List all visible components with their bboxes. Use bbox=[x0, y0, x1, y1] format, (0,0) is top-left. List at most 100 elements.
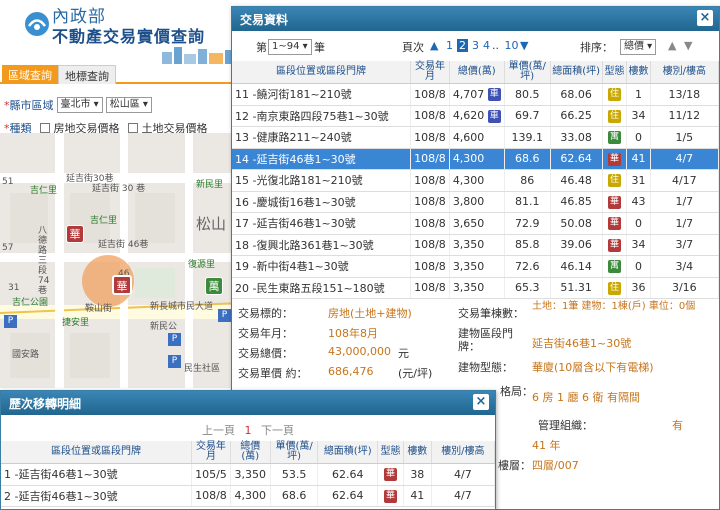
table-row[interactable]: 18 -復興北路361巷1~30號 108/8 3,350 85.8 39.06 華 34 3… bbox=[232, 234, 720, 256]
city-select[interactable]: 臺北市 ▾ bbox=[56, 97, 103, 113]
skyline-decoration-icon bbox=[162, 47, 235, 64]
row-address: 民生東路五段151~180號 bbox=[256, 281, 385, 295]
row-unit-price: 139.1 bbox=[511, 130, 543, 144]
table-row[interactable]: 2 -延吉街46巷1~30號 108/8 4,300 68.6 62.64 華 41 4/7 bbox=[1, 485, 496, 507]
map-label: 新民里 bbox=[196, 180, 224, 190]
rooms-label: 格局： bbox=[500, 385, 533, 398]
col-header[interactable]: 總面積(坪) bbox=[550, 61, 603, 84]
map-pin-icon[interactable]: 華 bbox=[66, 225, 84, 243]
map-pin-selected-icon[interactable]: 華 bbox=[112, 275, 132, 295]
col-header: 樓別/樓高 bbox=[431, 441, 496, 464]
col-header[interactable]: 區段位置或區段門牌 bbox=[232, 61, 412, 84]
building-addr-value: 延吉街46巷1~30號 bbox=[532, 337, 632, 350]
row-floors: 0 bbox=[634, 216, 642, 230]
col-header: 區段位置或區段門牌 bbox=[1, 441, 193, 464]
row-unit-price: 68.6 bbox=[281, 489, 307, 503]
prev-page-link[interactable]: 上一頁 bbox=[202, 424, 235, 437]
sort-select[interactable]: 總價 ▾ bbox=[620, 39, 657, 55]
table-row[interactable]: 15 -光復北路181~210號 108/8 4,300 86 46.48 住 31 4/17 bbox=[232, 169, 720, 192]
unit-price-value: 686,476 bbox=[328, 365, 374, 378]
building-type-icon: 住 bbox=[608, 109, 621, 123]
next-page-icon[interactable]: ▼ bbox=[520, 39, 528, 52]
row-number: 15 bbox=[235, 174, 249, 188]
district-select[interactable]: 松山區 ▾ bbox=[105, 97, 152, 113]
table-row[interactable]: 16 -慶城街16巷1~30號 108/8 3,800 81.1 46.85 華 43 1/7 bbox=[232, 191, 720, 213]
table-row[interactable]: 13 -健康路211~240號 108/8 4,600 139.1 33.08 寓 0 1/5 bbox=[232, 126, 720, 149]
row-date: 105/5 bbox=[195, 467, 227, 481]
building-type-icon: 住 bbox=[608, 281, 621, 295]
building-type-icon: 華 bbox=[608, 217, 621, 230]
row-level: 1/5 bbox=[675, 130, 694, 144]
table-row[interactable]: 17 -延吉街46巷1~30號 108/8 3,650 72.9 50.08 華 0 1/7 bbox=[232, 212, 720, 235]
map-pin-icon[interactable]: 萬 bbox=[205, 277, 223, 295]
row-address: 延吉街46巷1~30號 bbox=[256, 152, 356, 166]
table-row[interactable]: 12 -南京東路四段75巷1~30號 108/8 4,620 車 69.7 66.25 住… bbox=[232, 105, 720, 127]
floor-value: 四層/007 bbox=[532, 459, 579, 472]
sort-label: 排序： bbox=[580, 41, 613, 54]
row-number: 2 bbox=[4, 489, 11, 503]
map-view[interactable]: 延吉街30巷 吉仁里 延吉街 30 巷 新民里 吉仁里 延吉街 46巷 八德路三… bbox=[0, 133, 240, 388]
building-type-icon: 寓 bbox=[608, 260, 621, 273]
row-level: 3/16 bbox=[671, 281, 697, 295]
map-label: 新長城市民大道 bbox=[150, 302, 214, 312]
row-area: 62.64 bbox=[331, 489, 364, 503]
table-row[interactable]: 19 -新中街4巷1~30號 108/8 3,350 72.6 46.14 寓 0 3/4 bbox=[232, 255, 720, 278]
page-link[interactable]: 3 bbox=[472, 39, 479, 52]
row-level: 1/7 bbox=[675, 195, 694, 209]
row-address: 健康路211~240號 bbox=[256, 131, 352, 145]
table-row[interactable]: 11 -饒河街181~210號 108/8 4,707 車 80.5 68.06 住 1 13… bbox=[232, 83, 720, 106]
tab-region-search[interactable]: 區域查詢 bbox=[2, 65, 58, 84]
row-number: 18 bbox=[235, 238, 249, 252]
row-date: 108/8 bbox=[414, 216, 446, 230]
count-label: 交易筆棟數： bbox=[458, 307, 524, 320]
page-link[interactable]: 1 bbox=[446, 39, 453, 52]
row-date: 108/8 bbox=[414, 130, 446, 144]
row-total: 3,650 bbox=[452, 216, 485, 230]
close-icon[interactable]: × bbox=[473, 394, 489, 410]
transaction-table: 區段位置或區段門牌 交易年月 總價(萬) 單價(萬/坪) 總面積(坪) 型態 樓… bbox=[232, 61, 720, 299]
col-header[interactable]: 交易年月 bbox=[410, 61, 450, 84]
next-page-link[interactable]: 下一頁 bbox=[261, 424, 294, 437]
current-page: 1 bbox=[244, 424, 252, 437]
row-area: 46.14 bbox=[560, 259, 592, 273]
house-price-checkbox[interactable] bbox=[39, 123, 50, 133]
parking-badge-icon: 車 bbox=[487, 88, 501, 101]
page-link[interactable]: 4 bbox=[483, 39, 490, 52]
unit-price-label: 交易單價 約： bbox=[238, 367, 308, 380]
page-ellipsis: .. bbox=[492, 39, 499, 52]
page-link[interactable]: 10 bbox=[505, 39, 519, 52]
row-total: 4,707 bbox=[452, 87, 485, 101]
col-header[interactable]: 總價(萬) bbox=[449, 61, 505, 84]
row-unit-price: 80.5 bbox=[514, 87, 540, 101]
row-total: 3,350 bbox=[452, 259, 485, 273]
table-row[interactable]: 14 -延吉街46巷1~30號 108/8 4,300 68.6 62.64 華 41 4/7 bbox=[232, 148, 720, 170]
map-label: 延吉街 30 巷 bbox=[92, 184, 146, 194]
col-header[interactable]: 樓數 bbox=[626, 61, 651, 84]
window-title-bar: 歷次移轉明細 × bbox=[1, 391, 495, 415]
tab-landmark-search[interactable]: 地標查詢 bbox=[58, 65, 116, 84]
history-table-body: 1 -延吉街46巷1~30號 105/5 3,350 53.5 62.64 華 38 4/7 2… bbox=[1, 463, 496, 507]
table-row[interactable]: 1 -延吉街46巷1~30號 105/5 3,350 53.5 62.64 華 38 4/7 bbox=[1, 463, 496, 486]
building-type-icon: 華 bbox=[608, 152, 621, 166]
sort-desc-icon[interactable]: ▼ bbox=[684, 39, 692, 52]
row-total: 3,350 bbox=[452, 281, 485, 295]
region-label: 縣市區域 bbox=[9, 99, 54, 112]
col-header[interactable]: 單價(萬/坪) bbox=[504, 61, 551, 84]
map-label: 八德路三段 74巷 bbox=[38, 226, 50, 296]
target-label: 交易標的： bbox=[238, 307, 293, 320]
page-link-current[interactable]: 2 bbox=[457, 39, 468, 52]
map-label: 捷安里 bbox=[62, 318, 90, 328]
map-label: 51 bbox=[2, 177, 14, 187]
land-price-checkbox[interactable] bbox=[127, 123, 138, 133]
col-header[interactable]: 樓別/樓高 bbox=[650, 61, 720, 84]
range-select[interactable]: 1~94 ▾ bbox=[268, 39, 312, 55]
prev-page-icon[interactable]: ▲ bbox=[430, 39, 438, 52]
sort-asc-icon[interactable]: ▲ bbox=[668, 39, 676, 52]
row-unit-price: 85.8 bbox=[514, 238, 540, 252]
close-icon[interactable]: × bbox=[697, 10, 713, 26]
building-type-icon: 住 bbox=[608, 88, 621, 101]
row-date: 108/8 bbox=[414, 109, 446, 123]
map-label: 吉仁里 bbox=[30, 186, 58, 196]
col-header[interactable]: 型態 bbox=[602, 61, 628, 84]
col-header: 型態 bbox=[377, 441, 404, 464]
